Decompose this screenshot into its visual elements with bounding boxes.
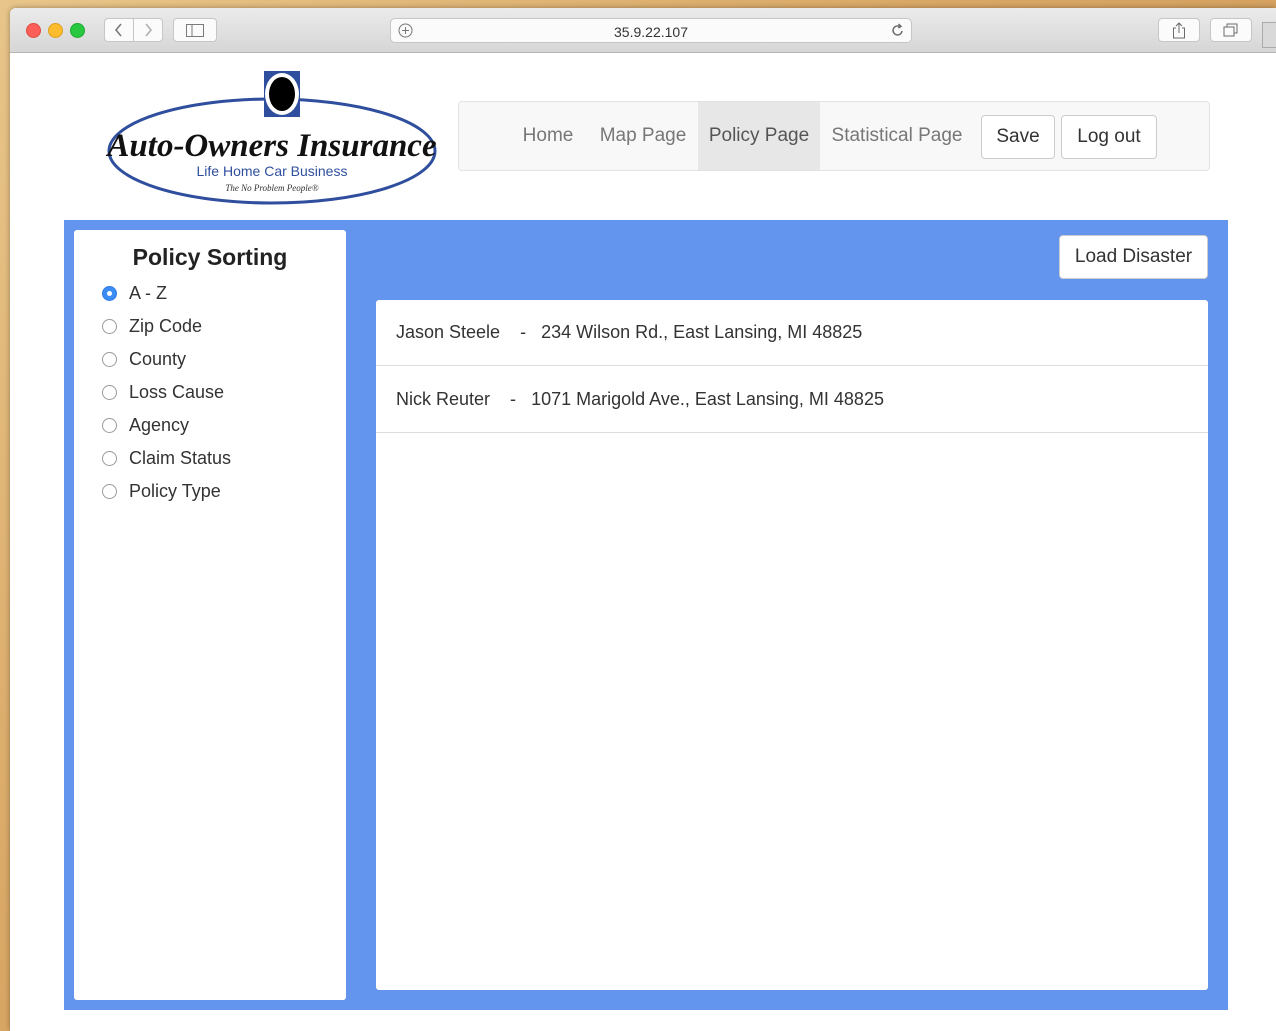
radio-button[interactable]: [102, 483, 117, 499]
share-button[interactable]: [1158, 18, 1200, 42]
radio-button[interactable]: [102, 285, 117, 301]
sort-option-label: Policy Type: [129, 480, 221, 501]
sorting-title: Policy Sorting: [132, 244, 288, 270]
main-navbar: Home Map Page Policy Page Statistical Pa…: [458, 101, 1210, 171]
sort-option-agency[interactable]: Agency: [102, 412, 189, 438]
policy-address: 234 Wilson Rd., East Lansing, MI 48825: [541, 322, 863, 342]
save-button[interactable]: Save: [981, 115, 1055, 159]
list-item[interactable]: Nick Reuter - 1071 Marigold Ave., East L…: [376, 367, 1208, 433]
reload-icon[interactable]: [890, 23, 905, 38]
sort-option-a-z[interactable]: A - Z: [102, 280, 167, 306]
nav-home[interactable]: Home: [517, 102, 579, 170]
policy-list: Jason Steele - 234 Wilson Rd., East Lans…: [376, 300, 1208, 990]
new-tab-edge[interactable]: [1262, 22, 1276, 48]
sort-option-loss-cause[interactable]: Loss Cause: [102, 379, 224, 405]
sort-option-label: Loss Cause: [129, 381, 225, 402]
logout-button[interactable]: Log out: [1061, 115, 1157, 159]
chevron-right-icon: [145, 23, 153, 37]
address-text: 35.9.22.107: [614, 24, 688, 40]
logo-graphic: Auto-Owners Insurance Life Home Car Busi…: [105, 71, 437, 205]
page-content: Auto-Owners Insurance Life Home Car Busi…: [10, 53, 1276, 1031]
chevron-left-icon: [114, 23, 122, 37]
sort-option-label: A - Z: [129, 282, 168, 303]
radio-button[interactable]: [102, 417, 117, 433]
address-bar[interactable]: 35.9.22.107: [390, 18, 912, 43]
policy-panel: Load Disaster Jason Steele - 234 Wilson …: [356, 220, 1228, 1010]
tabs-icon: [1223, 23, 1238, 37]
back-button[interactable]: [104, 18, 134, 42]
company-logo[interactable]: Auto-Owners Insurance Life Home Car Busi…: [105, 65, 438, 205]
policy-holder-name: Jason Steele: [396, 322, 501, 342]
nav-map-page[interactable]: Map Page: [593, 102, 693, 170]
sorting-panel: Policy Sorting A - Z Zip Code County Los…: [64, 220, 356, 1010]
radio-button[interactable]: [102, 384, 117, 400]
sidebar-toggle-button[interactable]: [173, 18, 217, 42]
list-item[interactable]: Jason Steele - 234 Wilson Rd., East Lans…: [376, 300, 1208, 366]
radio-button[interactable]: [102, 450, 117, 466]
svg-text:Life Home Car Business: Life Home Car Business: [197, 163, 348, 179]
minimize-window-button[interactable]: [48, 23, 63, 38]
sort-option-claim-status[interactable]: Claim Status: [102, 445, 231, 471]
nav-policy-page[interactable]: Policy Page: [698, 102, 820, 170]
policy-holder-name: Nick Reuter: [396, 389, 491, 409]
radio-button[interactable]: [102, 318, 117, 334]
sort-option-label: Zip Code: [129, 315, 203, 336]
sidebar-icon: [186, 23, 204, 37]
show-tabs-button[interactable]: [1210, 18, 1252, 42]
browser-window: 35.9.22.107 Auto-Owners Insurance Life H…: [10, 8, 1276, 1031]
load-disaster-button[interactable]: Load Disaster: [1059, 235, 1208, 279]
sort-option-label: Agency: [129, 414, 190, 435]
sort-option-label: County: [129, 348, 187, 369]
svg-text:Auto-Owners Insurance: Auto-Owners Insurance: [106, 128, 437, 164]
zoom-window-button[interactable]: [70, 23, 85, 38]
radio-button[interactable]: [102, 351, 117, 367]
sort-option-county[interactable]: County: [102, 346, 186, 372]
close-window-button[interactable]: [26, 23, 41, 38]
svg-text:The No Problem People®: The No Problem People®: [225, 183, 318, 193]
sort-option-label: Claim Status: [129, 447, 232, 468]
sort-option-zip-code[interactable]: Zip Code: [102, 313, 202, 339]
forward-button[interactable]: [133, 18, 163, 42]
sort-option-policy-type[interactable]: Policy Type: [102, 478, 221, 504]
share-icon: [1173, 21, 1185, 38]
sorting-card: Policy Sorting A - Z Zip Code County Los…: [74, 230, 346, 1000]
browser-toolbar: 35.9.22.107: [10, 8, 1276, 53]
nav-statistical-page[interactable]: Statistical Page: [825, 102, 969, 170]
policy-address: 1071 Marigold Ave., East Lansing, MI 488…: [531, 389, 884, 409]
